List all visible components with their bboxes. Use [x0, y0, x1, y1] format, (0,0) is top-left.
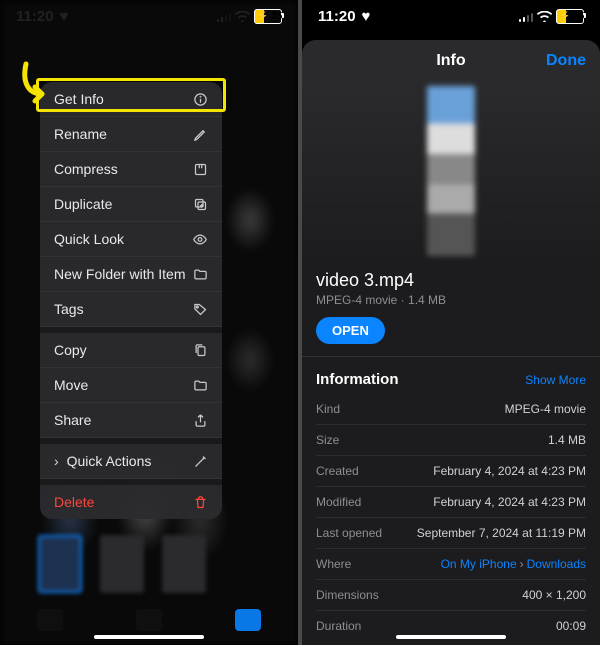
section-heading: Information: [316, 371, 399, 388]
menu-item-get-info[interactable]: Get Info: [40, 82, 222, 117]
pencil-icon: [193, 127, 208, 142]
file-preview: [302, 82, 600, 264]
share-icon: [193, 413, 208, 428]
home-indicator[interactable]: [396, 635, 506, 639]
cellular-signal-icon: [519, 12, 534, 22]
menu-item-quick-look[interactable]: Quick Look: [40, 222, 222, 257]
menu-label: Move: [54, 377, 88, 393]
menu-item-rename[interactable]: Rename: [40, 117, 222, 152]
info-sheet: Info Done video 3.mp4 MPEG-4 movie · 1.4…: [302, 40, 600, 645]
info-row-where: Where On My iPhone›Downloads: [316, 549, 586, 580]
file-meta: video 3.mp4 MPEG-4 movie · 1.4 MB OPEN: [302, 264, 600, 357]
eye-icon: [192, 232, 208, 247]
tag-icon: [193, 302, 208, 317]
menu-item-share[interactable]: Share: [40, 403, 222, 438]
file-name: video 3.mp4: [316, 270, 586, 291]
menu-label: Copy: [54, 342, 87, 358]
clock: 11:20: [318, 8, 356, 25]
video-thumbnail[interactable]: [427, 86, 475, 256]
battery-indicator: ⚡35: [254, 9, 282, 24]
screenshot-info-sheet: 11:20 ♥ ⚡35 Info Done video 3.mp4 MPEG-4…: [302, 0, 600, 645]
menu-label: Share: [54, 412, 91, 428]
tab-recents[interactable]: [37, 609, 63, 631]
chevron-right-icon: ›: [54, 453, 59, 469]
menu-label: Duplicate: [54, 196, 112, 212]
done-button[interactable]: Done: [546, 52, 586, 70]
menu-item-tags[interactable]: Tags: [40, 292, 222, 327]
battery-indicator: ⚡35: [556, 9, 584, 24]
folder-plus-icon: [193, 267, 208, 282]
show-more-button[interactable]: Show More: [525, 373, 586, 387]
wifi-icon: [537, 11, 552, 22]
where-path[interactable]: On My iPhone›Downloads: [441, 557, 586, 571]
screenshot-context-menu: 11:20 ♥ ⚡35 Get Info Rename Compress Dup…: [0, 0, 298, 645]
thumbnail[interactable]: [100, 535, 144, 593]
menu-label: Delete: [54, 494, 94, 510]
trash-icon: [193, 495, 208, 510]
copy-icon: [193, 343, 208, 358]
info-row-last-opened: Last opened September 7, 2024 at 11:19 P…: [316, 518, 586, 549]
menu-item-compress[interactable]: Compress: [40, 152, 222, 187]
thumbnail[interactable]: [162, 535, 206, 593]
archive-icon: [193, 162, 208, 177]
info-icon: [193, 92, 208, 107]
menu-item-quick-actions[interactable]: › Quick Actions: [40, 444, 222, 479]
sheet-header: Info Done: [302, 40, 600, 82]
menu-label: Quick Look: [54, 231, 124, 247]
menu-label: Get Info: [54, 91, 104, 107]
menu-label: Compress: [54, 161, 118, 177]
info-row-created: Created February 4, 2024 at 4:23 PM: [316, 456, 586, 487]
file-thumbnails: [38, 535, 206, 593]
menu-item-move[interactable]: Move: [40, 368, 222, 403]
duplicate-icon: [193, 197, 208, 212]
home-indicator[interactable]: [94, 635, 204, 639]
menu-label: Tags: [54, 301, 84, 317]
menu-item-copy[interactable]: Copy: [40, 333, 222, 368]
info-row-dimensions: Dimensions 400 × 1,200: [316, 580, 586, 611]
status-bar: 11:20 ♥ ⚡35: [302, 0, 600, 31]
tab-bar: [0, 609, 298, 631]
wand-icon: [193, 454, 208, 469]
thumbnail-selected[interactable]: [38, 535, 82, 593]
information-section: Information Show More Kind MPEG-4 movie …: [302, 357, 600, 645]
tab-shared[interactable]: [136, 609, 162, 631]
info-table: Kind MPEG-4 movie Size 1.4 MB Created Fe…: [316, 394, 586, 641]
info-row-size: Size 1.4 MB: [316, 425, 586, 456]
menu-label: Quick Actions: [67, 453, 152, 469]
context-menu: Get Info Rename Compress Duplicate Quick…: [40, 82, 222, 519]
open-button[interactable]: OPEN: [316, 317, 385, 344]
menu-item-delete[interactable]: Delete: [40, 485, 222, 519]
annotation-arrow-icon: [18, 60, 58, 110]
heart-icon: ♥: [362, 8, 371, 25]
menu-label: New Folder with Item: [54, 266, 185, 282]
menu-item-duplicate[interactable]: Duplicate: [40, 187, 222, 222]
info-row-kind: Kind MPEG-4 movie: [316, 394, 586, 425]
menu-label: Rename: [54, 126, 107, 142]
tab-browse[interactable]: [235, 609, 261, 631]
menu-item-new-folder[interactable]: New Folder with Item: [40, 257, 222, 292]
sheet-title: Info: [436, 52, 465, 70]
folder-icon: [193, 378, 208, 393]
info-row-modified: Modified February 4, 2024 at 4:23 PM: [316, 487, 586, 518]
file-subtitle: MPEG-4 movie · 1.4 MB: [316, 293, 586, 307]
